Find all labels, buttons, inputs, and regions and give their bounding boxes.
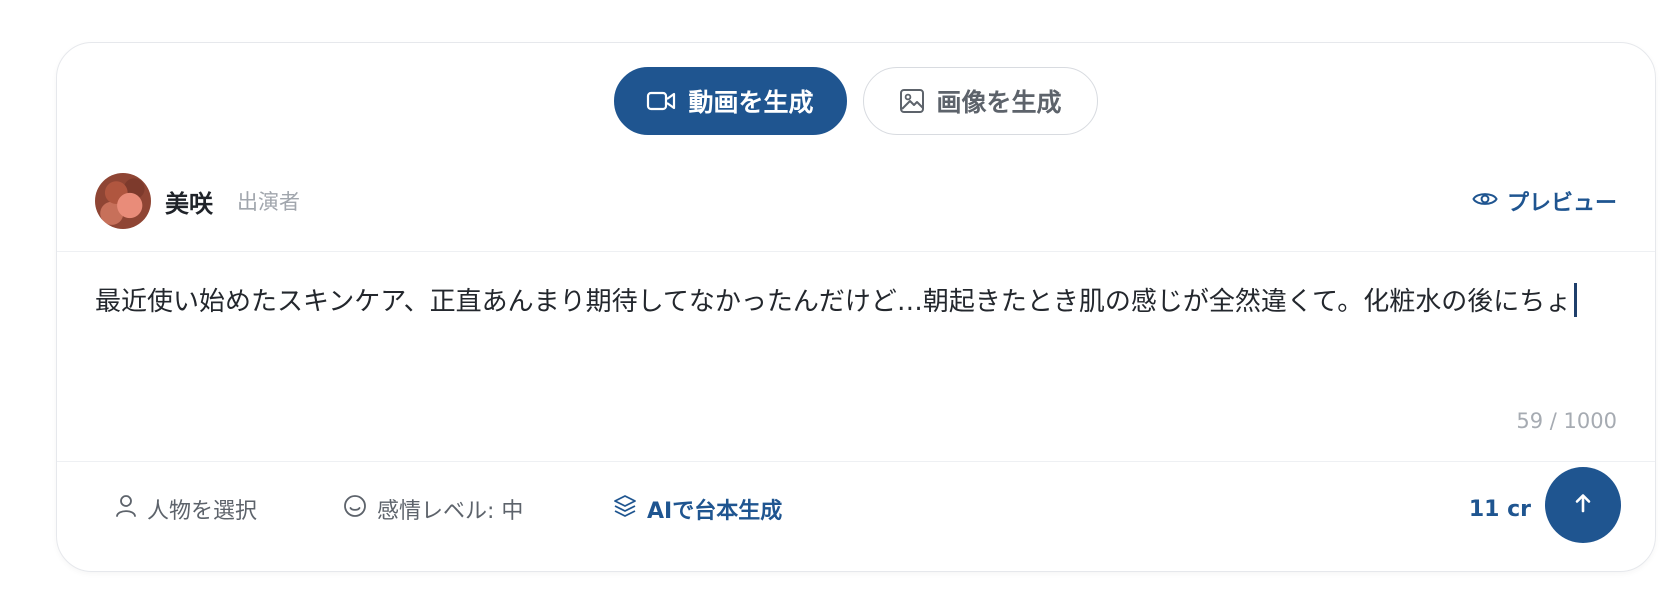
preview-button[interactable]: プレビュー — [1472, 185, 1617, 217]
video-camera-icon — [646, 89, 676, 113]
select-person-label: 人物を選択 — [147, 499, 258, 524]
ai-script-label: AIで台本生成 — [647, 499, 783, 524]
divider — [57, 461, 1655, 462]
select-person-button[interactable]: 人物を選択 — [115, 491, 257, 527]
mode-switch: 動画を生成 画像を生成 — [57, 67, 1655, 135]
generate-video-button[interactable]: 動画を生成 — [614, 67, 847, 135]
script-textarea[interactable]: 最近使い始めたスキンケア、正直あんまり期待してなかったんだけど…朝起きたとき肌の… — [95, 277, 1617, 327]
generate-image-label: 画像を生成 — [936, 88, 1062, 117]
preview-label: プレビュー — [1506, 191, 1617, 216]
image-icon — [899, 88, 925, 114]
divider — [57, 251, 1655, 252]
generate-video-label: 動画を生成 — [688, 88, 814, 117]
generate-image-button[interactable]: 画像を生成 — [862, 67, 1098, 135]
text-caret — [1574, 283, 1578, 317]
performer-name: 美咲 — [165, 189, 213, 218]
script-text: 最近使い始めたスキンケア、正直あんまり期待してなかったんだけど…朝起きたとき肌の… — [95, 287, 1572, 317]
performer-role: 出演者 — [237, 190, 300, 214]
performer-row: 美咲 出演者 プレビュー — [95, 171, 1617, 231]
arrow-up-icon — [1571, 491, 1595, 519]
video-generation-card: 動画を生成 画像を生成 美咲 出演者 プレビュー 最近使い始めたスキンケア、正直… — [56, 42, 1656, 572]
smiley-icon — [343, 494, 367, 524]
send-button[interactable] — [1545, 467, 1621, 543]
eye-icon — [1472, 189, 1498, 214]
credit-cost: 11 cr — [1468, 496, 1531, 522]
person-icon — [115, 494, 137, 524]
layers-icon — [613, 494, 637, 524]
emotion-level-button[interactable]: 感情レベル: 中 — [343, 491, 523, 527]
emotion-level-label: 感情レベル: 中 — [377, 499, 524, 524]
bottom-toolbar: 人物を選択 感情レベル: 中 AIで台本生成 11 cr — [57, 463, 1655, 573]
character-count: 59 / 1000 — [1516, 409, 1617, 433]
avatar[interactable] — [95, 173, 151, 229]
ai-script-button[interactable]: AIで台本生成 — [613, 491, 782, 527]
